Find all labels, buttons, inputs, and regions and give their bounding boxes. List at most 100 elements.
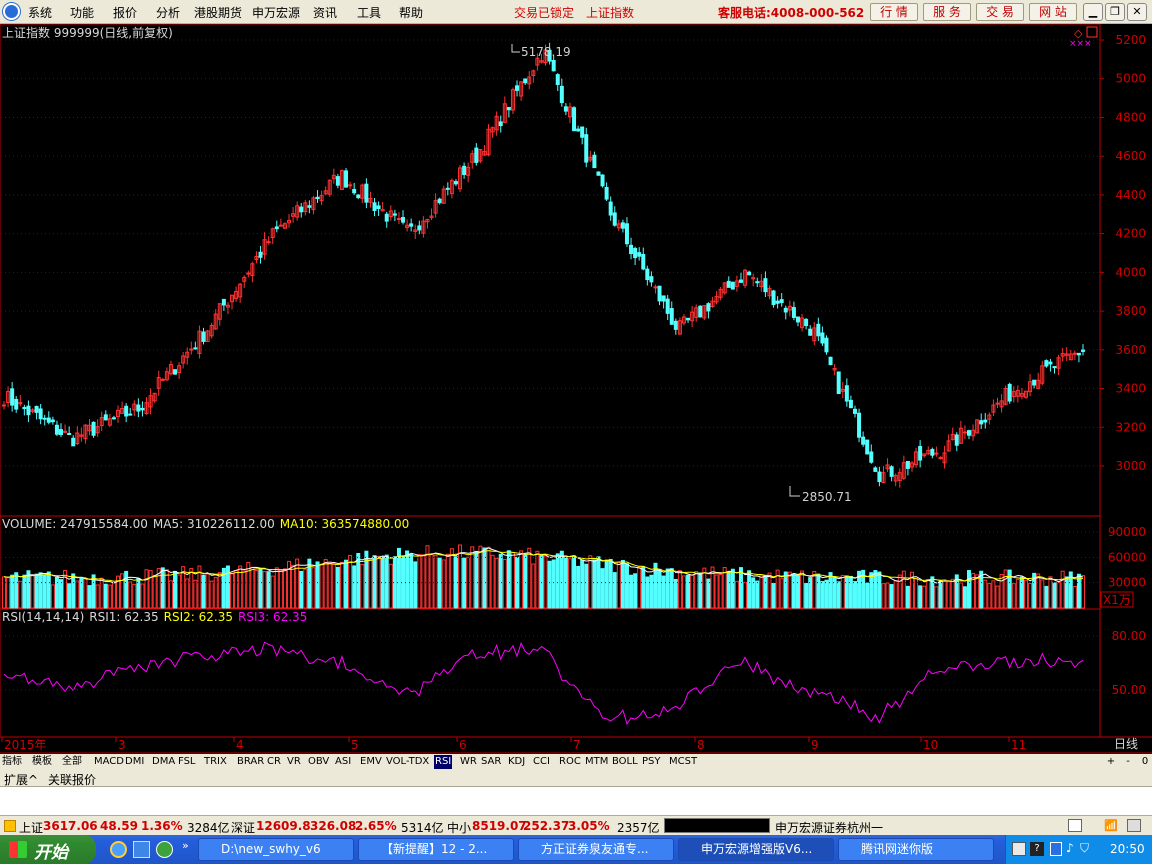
tab-dma[interactable]: DMA — [151, 755, 176, 769]
y-tick-label: 4200 — [1115, 227, 1146, 241]
volume-bar — [559, 550, 564, 609]
volume-bar — [14, 572, 19, 609]
candle-body — [111, 417, 116, 420]
close-icon[interactable]: ✕ — [1127, 3, 1147, 21]
rsi-tick-label: 50.00 — [1112, 683, 1146, 697]
menu-hk-futures[interactable]: 港股期货 — [194, 4, 242, 21]
sz-percent: 2.65% — [355, 819, 397, 833]
candle-body — [698, 305, 703, 318]
minimize-icon[interactable]: ▁ — [1083, 3, 1103, 21]
tab-trix[interactable]: TRIX — [203, 755, 228, 769]
menu-swhy[interactable]: 申万宏源 — [252, 4, 300, 21]
trade-lock-status[interactable]: 交易已锁定 — [514, 4, 574, 21]
tab-mtm[interactable]: MTM — [584, 755, 609, 769]
menu-quote[interactable]: 报价 — [113, 4, 137, 21]
tab-wr[interactable]: WR — [459, 755, 478, 769]
period-label[interactable]: 日线 — [1114, 737, 1138, 751]
help-icon[interactable]: ? — [1030, 842, 1044, 856]
quicklaunch-expand-icon[interactable]: » — [182, 839, 189, 852]
tab-cr[interactable]: CR — [266, 755, 282, 769]
tab-sar[interactable]: SAR — [480, 755, 502, 769]
keyboard-icon[interactable] — [1012, 842, 1026, 856]
sh-label[interactable]: 上证 — [19, 819, 43, 836]
rsi2-value: RSI2: 62.35 — [164, 610, 233, 624]
tab-brar[interactable]: BRAR — [236, 755, 265, 769]
candle-body — [629, 244, 634, 255]
zx-percent: 3.05% — [568, 819, 610, 833]
kline-chart[interactable]: 90000 60000 30000 80.00 50.00 5200 5000 4800 4… — [0, 24, 1152, 754]
menu-news[interactable]: 资讯 — [313, 4, 337, 21]
volume-bar — [657, 568, 662, 609]
related-quotes-tab[interactable]: 关联报价 — [48, 771, 96, 788]
sub-tabbar: 扩展^ 关联报价 — [0, 770, 1152, 787]
tab-asi[interactable]: ASI — [334, 755, 352, 769]
volume-bar — [71, 573, 76, 609]
service-button[interactable]: 服 务 — [923, 3, 971, 21]
candle-body — [160, 378, 165, 381]
reset-indicator-button[interactable]: 0 — [1138, 755, 1152, 769]
quotes-button[interactable]: 行 情 — [870, 3, 918, 21]
desktop-icon[interactable] — [133, 841, 150, 858]
tab-macd[interactable]: MACD — [93, 755, 125, 769]
zx-label[interactable]: 中小 — [447, 819, 471, 836]
tab-vol-tdx[interactable]: VOL-TDX — [385, 755, 430, 769]
tab-kdj[interactable]: KDJ — [507, 755, 526, 769]
candle-body — [954, 434, 959, 446]
candle-body — [67, 432, 72, 435]
zx-value: 8519.07 — [472, 819, 527, 833]
volume-ma10: MA10: 363574880.00 — [280, 517, 410, 531]
tab-emv[interactable]: EMV — [359, 755, 383, 769]
tab-模板[interactable]: 模板 — [31, 755, 53, 769]
menu-tools[interactable]: 工具 — [357, 4, 381, 21]
task-fangzheng[interactable]: 方正证券泉友通专... — [518, 838, 674, 861]
shield-icon[interactable]: ⛉ — [1080, 841, 1089, 856]
tab-obv[interactable]: OBV — [307, 755, 330, 769]
website-button[interactable]: 网 站 — [1029, 3, 1077, 21]
remove-indicator-button[interactable]: - — [1121, 755, 1135, 769]
menu-system[interactable]: 系统 — [28, 4, 52, 21]
expand-tab[interactable]: 扩展^ — [4, 771, 38, 788]
candle-body — [580, 126, 585, 138]
network-icon[interactable] — [1050, 842, 1062, 856]
menu-analysis[interactable]: 分析 — [156, 4, 180, 21]
wifi-icon[interactable]: 📶 — [1104, 819, 1118, 832]
tab-rsi[interactable]: RSI — [434, 755, 453, 769]
tab-mcst[interactable]: MCST — [668, 755, 698, 769]
clock[interactable]: 20:50 — [1110, 842, 1145, 856]
sz-change: 326.08 — [310, 819, 357, 833]
volume-bar — [730, 568, 735, 609]
menu-help[interactable]: 帮助 — [399, 4, 423, 21]
settings-icon[interactable] — [1127, 819, 1141, 832]
browser-icon[interactable] — [156, 841, 173, 858]
tab-psy[interactable]: PSY — [641, 755, 662, 769]
volume-icon[interactable]: ♪ — [1066, 841, 1074, 855]
candle-body — [417, 225, 422, 231]
task-reminder[interactable]: 【新提醒】12 - 2... — [358, 838, 514, 861]
task-explorer[interactable]: D:\new_swhy_v6 — [198, 838, 354, 861]
tab-fsl[interactable]: FSL — [177, 755, 197, 769]
sz-label[interactable]: 深证 — [231, 819, 255, 836]
trade-button[interactable]: 交 易 — [976, 3, 1024, 21]
tab-dmi[interactable]: DMI — [124, 755, 145, 769]
volume-bar — [103, 583, 108, 609]
volume-bar — [828, 572, 833, 609]
tab-cci[interactable]: CCI — [532, 755, 551, 769]
volume-bar — [665, 568, 670, 609]
ie-icon[interactable] — [110, 841, 127, 858]
volume-bar — [584, 563, 589, 609]
candle-body — [258, 251, 263, 258]
task-tencent[interactable]: 腾讯网迷你版 — [838, 838, 994, 861]
restore-icon[interactable]: ❐ — [1105, 3, 1125, 21]
lock-icon[interactable] — [1068, 819, 1082, 832]
tab-指标[interactable]: 指标 — [1, 755, 23, 769]
task-swhy[interactable]: 申万宏源增强版V6... — [678, 838, 834, 861]
candle-body — [962, 431, 967, 434]
tab-boll[interactable]: BOLL — [611, 755, 639, 769]
volume-bar — [555, 553, 560, 609]
tab-roc[interactable]: ROC — [558, 755, 582, 769]
menu-function[interactable]: 功能 — [70, 4, 94, 21]
volume-bar — [437, 557, 442, 609]
tab-vr[interactable]: VR — [286, 755, 302, 769]
add-indicator-button[interactable]: + — [1104, 755, 1118, 769]
tab-全部[interactable]: 全部 — [61, 755, 83, 769]
